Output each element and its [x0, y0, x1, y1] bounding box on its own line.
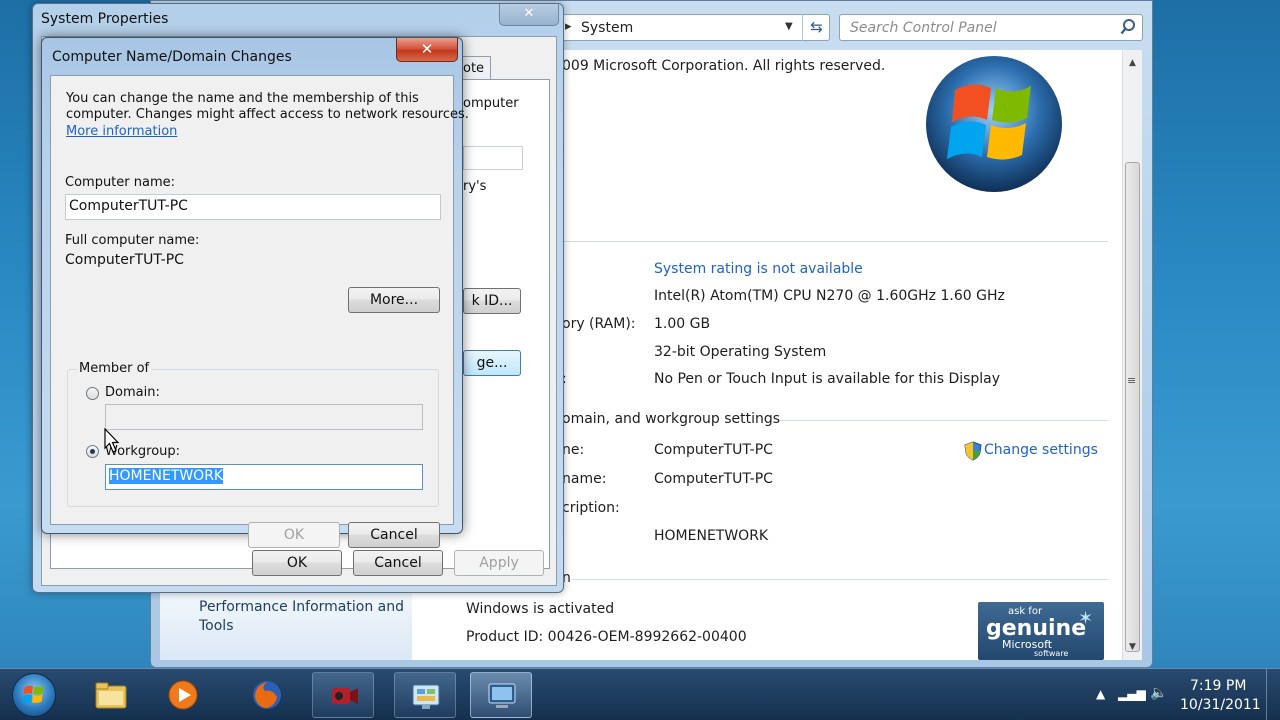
- system-type-value: 32-bit Operating System: [654, 344, 827, 360]
- taskbar-video-recorder[interactable]: [312, 672, 374, 718]
- folder-icon: [95, 682, 127, 709]
- workgroup-value: HOMENETWORK: [654, 528, 769, 544]
- separator: [780, 420, 1108, 421]
- intro-text-line2: computer. Changes might affect access to…: [66, 107, 469, 122]
- cancel-button[interactable]: Cancel: [353, 550, 443, 576]
- dialog-body: You can change the name and the membersh…: [50, 75, 469, 548]
- start-button[interactable]: [12, 673, 56, 717]
- network-id-button[interactable]: k ID...: [463, 288, 521, 314]
- volume-icon[interactable]: 🔈: [1150, 685, 1167, 701]
- separator: [562, 241, 1108, 242]
- taskbar: ▲ ▂▄▆ 🔈 7:19 PM 10/31/2011: [0, 668, 1280, 720]
- computer-name-dialog: Computer Name/Domain Changes ✕ You can c…: [41, 37, 469, 548]
- intro-text-line1: You can change the name and the membersh…: [66, 91, 419, 106]
- show-desktop-button[interactable]: [1266, 669, 1280, 720]
- computer-name-input[interactable]: ComputerTUT-PC: [65, 194, 441, 220]
- close-icon[interactable]: ✕: [499, 4, 559, 26]
- cancel-button[interactable]: Cancel: [348, 522, 440, 548]
- search-icon[interactable]: [1120, 18, 1136, 36]
- memory-value: 1.00 GB: [654, 316, 711, 332]
- mouse-cursor-icon: [104, 428, 120, 453]
- genuine-software-text: software: [1034, 649, 1069, 658]
- activation-status: Windows is activated: [466, 601, 615, 617]
- network-icon[interactable]: ▂▄▆: [1118, 687, 1146, 701]
- separator: [572, 579, 1108, 580]
- close-icon[interactable]: ✕: [396, 38, 458, 62]
- windows-logo: [926, 56, 1062, 192]
- memory-label: ory (RAM):: [562, 316, 636, 332]
- pen-value: No Pen or Touch Input is available for t…: [654, 371, 1001, 387]
- change-settings-link[interactable]: Change settings: [984, 442, 1098, 458]
- section-heading: omain, and workgroup settings: [562, 411, 781, 427]
- description-input[interactable]: [463, 146, 523, 170]
- workgroup-radio[interactable]: [86, 445, 99, 458]
- control-panel-navbar: ▸ System ▼ ⇆ Search Control Panel: [558, 14, 1148, 44]
- more-button[interactable]: More...: [348, 287, 440, 313]
- full-name-label: Full computer name:: [65, 233, 200, 248]
- genuine-microsoft-badge[interactable]: ask for genuine Microsoft software ✶: [978, 602, 1104, 660]
- copyright-text: 009 Microsoft Corporation. All rights re…: [562, 58, 886, 74]
- apply-button[interactable]: Apply: [454, 550, 544, 576]
- computer-name-label: Computer name:: [65, 175, 176, 190]
- address-text: System: [581, 20, 634, 36]
- dialog-title: Computer Name/Domain Changes: [52, 49, 292, 65]
- search-placeholder: Search Control Panel: [850, 20, 997, 36]
- star-icon: ✶: [1078, 608, 1094, 629]
- firefox-icon: [253, 681, 281, 709]
- taskbar-explorer[interactable]: [80, 672, 142, 718]
- text-fragment: omputer: [463, 96, 519, 111]
- more-information-link[interactable]: More information: [66, 124, 177, 139]
- domain-input[interactable]: [105, 404, 423, 430]
- grip-icon: ≡: [1127, 374, 1137, 387]
- address-bar[interactable]: ▸ System ▼: [558, 14, 830, 41]
- product-id: Product ID: 00426-OEM-8992662-00400: [466, 629, 747, 645]
- description-label: cription:: [562, 500, 620, 516]
- ok-button[interactable]: OK: [252, 550, 342, 576]
- computer-icon: [488, 683, 516, 708]
- full-name-value: ComputerTUT-PC: [65, 252, 184, 268]
- control-panel-icon: [412, 684, 440, 709]
- taskbar-control-panel[interactable]: [394, 672, 456, 718]
- search-input[interactable]: Search Control Panel: [839, 14, 1143, 41]
- scrollbar-thumb[interactable]: [1125, 162, 1140, 652]
- vertical-scrollbar[interactable]: ▲ ≡ ▼: [1122, 50, 1142, 660]
- system-rating-link[interactable]: System rating is not available: [654, 261, 863, 277]
- computer-name-label: ne:: [562, 442, 585, 458]
- camcorder-icon: [332, 688, 358, 704]
- processor-value: Intel(R) Atom(TM) CPU N270 @ 1.60GHz 1.6…: [654, 288, 1005, 304]
- clock-time[interactable]: 7:19 PM: [1190, 678, 1246, 694]
- workgroup-input[interactable]: HOMENETWORK: [105, 464, 423, 490]
- scroll-up-icon[interactable]: ▲: [1123, 54, 1142, 72]
- system-tray: ▲ ▂▄▆ 🔈 7:19 PM 10/31/2011: [1090, 669, 1280, 720]
- full-name-value: ComputerTUT-PC: [654, 471, 773, 487]
- change-button[interactable]: ge...: [463, 350, 521, 376]
- domain-radio[interactable]: [86, 387, 99, 400]
- windows-flag-icon: [22, 685, 44, 704]
- clock-date[interactable]: 10/31/2011: [1180, 697, 1261, 713]
- shield-icon: [964, 441, 982, 461]
- tab-label: ote: [463, 61, 485, 76]
- refresh-icon[interactable]: ⇆: [802, 14, 830, 41]
- taskbar-system-properties[interactable]: [470, 672, 532, 718]
- media-player-icon: [168, 680, 198, 710]
- window-title: System Properties: [41, 11, 169, 27]
- full-name-label: name:: [562, 471, 607, 487]
- performance-info-link[interactable]: Performance Information and Tools: [199, 598, 404, 636]
- breadcrumb-arrow-icon[interactable]: ▸: [565, 19, 572, 34]
- text-fragment: ry's: [463, 179, 487, 194]
- computer-name-value: ComputerTUT-PC: [654, 442, 773, 458]
- scroll-down-icon[interactable]: ▼: [1123, 638, 1142, 656]
- domain-label: Domain:: [105, 385, 160, 400]
- taskbar-media-player[interactable]: [152, 672, 214, 718]
- show-hidden-icons-icon[interactable]: ▲: [1096, 687, 1105, 701]
- ok-button[interactable]: OK: [248, 522, 340, 548]
- member-of-label: Member of: [77, 361, 152, 376]
- workgroup-selected-text: HOMENETWORK: [109, 468, 224, 484]
- chevron-down-icon[interactable]: ▼: [785, 21, 793, 32]
- taskbar-firefox[interactable]: [236, 672, 298, 718]
